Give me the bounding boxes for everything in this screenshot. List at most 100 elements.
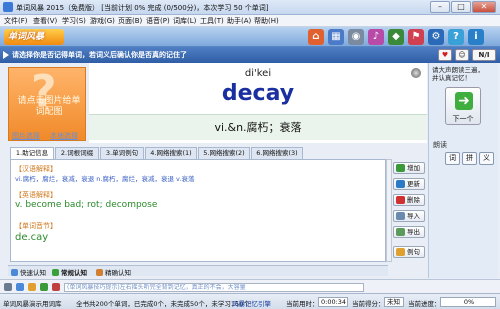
arrow-right-icon: ➜ <box>455 92 473 110</box>
info-icon[interactable]: i <box>468 29 484 45</box>
delete-label: 删除 <box>407 196 420 204</box>
update-button[interactable]: 更新 <box>393 178 425 190</box>
delete-icon <box>396 196 405 204</box>
export-label: 导出 <box>407 228 420 236</box>
cn-body: vi.腐朽，腐烂，衰减，衰退 n.腐朽，腐烂，衰减，衰退 v.衰落 <box>15 175 195 183</box>
image-select-link[interactable]: 图片选择 <box>12 131 40 141</box>
memo-content: 【汉语解释】 vi.腐朽，腐烂，衰减，衰退 n.腐朽，腐烂，衰减，衰退 v.衰落… <box>10 159 386 262</box>
grid-icon[interactable]: ▦ <box>328 29 344 45</box>
mode-precise-label: 精确认知 <box>105 269 131 277</box>
read-spell-button[interactable]: 拼 <box>462 152 477 165</box>
read-tip: 请大声朗读三遍，并认真记忆！ <box>432 66 484 82</box>
word-image-placeholder[interactable]: ? 请点击图片给单词配图 <box>8 66 86 141</box>
mode-normal[interactable]: 常规认知 <box>52 267 87 277</box>
title-bar: 单词风暴 2015（免费版） [当前计划 0% 完成 (0/500分)，本次学习… <box>0 0 500 15</box>
mode-fast-label: 快速认知 <box>20 269 46 277</box>
tab-web-search-3[interactable]: 6.网络搜索(3) <box>251 147 303 159</box>
delete-button[interactable]: 删除 <box>393 194 425 206</box>
tab-web-search-1[interactable]: 4.网络搜索(1) <box>145 147 197 159</box>
precise-mode-icon <box>96 269 103 276</box>
image-placeholder-text: 请点击图片给单词配图 <box>17 96 81 117</box>
add-icon <box>396 164 405 172</box>
close-button[interactable]: ✕ <box>472 1 496 13</box>
tab-examples[interactable]: 3.单词例句 <box>100 147 144 159</box>
tab-roots[interactable]: 2.词根词缀 <box>55 147 99 159</box>
definition: vi.&n.腐朽；衰落 <box>89 114 427 140</box>
menu-assistant[interactable]: 助手(A) <box>227 16 251 26</box>
next-label: 下一个 <box>452 115 474 123</box>
minimize-button[interactable]: – <box>430 1 450 13</box>
menu-bar: 文件(F) 查看(V) 学习(S) 游戏(G) 页面(B) 语音(P) 词库(L… <box>0 15 500 27</box>
menu-voice[interactable]: 语音(P) <box>146 16 170 26</box>
export-icon <box>396 228 405 236</box>
bulb-icon[interactable] <box>28 283 36 291</box>
time-label: 当前用时： <box>286 300 319 308</box>
hint-bar: 请选择你是否记得单词，若词义后确认你是否真的记住了 ♥ ☺ N/I <box>0 47 500 63</box>
progress-value: 0% <box>440 297 496 307</box>
hint-text: 请选择你是否记得单词，若词义后确认你是否真的记住了 <box>12 51 187 59</box>
favorite-icon[interactable]: ♥ <box>438 49 452 61</box>
word-panel: di'kei decay vi.&n.腐朽；衰落 <box>89 63 427 143</box>
home-icon[interactable]: ⌂ <box>308 29 324 45</box>
next-button[interactable]: ➜ 下一个 <box>445 87 481 125</box>
menu-page[interactable]: 页面(B) <box>118 16 142 26</box>
list-icon[interactable] <box>4 283 12 291</box>
import-button[interactable]: 导入 <box>393 210 425 222</box>
mode-normal-label: 常规认知 <box>61 269 87 277</box>
tip-text: (单词风暴技巧提示)左右摇头听完全背到记忆，真正的不会，大容量 <box>64 283 364 292</box>
normal-mode-icon <box>52 269 59 276</box>
status-engine: 风暴记忆引擎 <box>232 300 271 308</box>
menu-study[interactable]: 学习(S) <box>62 16 86 26</box>
scrollbar[interactable] <box>386 159 392 262</box>
read-label: 朗读 <box>433 141 447 149</box>
user-icon[interactable]: ☺ <box>455 49 469 61</box>
read-meaning-button[interactable]: 义 <box>479 152 494 165</box>
local-select-link[interactable]: 本地选择 <box>50 131 78 141</box>
settings-icon[interactable]: ⚙ <box>428 29 444 45</box>
menu-tools[interactable]: 工具(T) <box>200 16 224 26</box>
syllable-heading: 【单词音节】 <box>15 222 57 230</box>
syllable-body: de.cay <box>15 232 49 243</box>
tab-web-search-2[interactable]: 5.网络搜索(2) <box>198 147 250 159</box>
toolbar: 单词风暴 ⌂ ▦ ◉ ♪ ◆ ⚑ ⚙ ? i <box>0 27 500 47</box>
app-logo: 单词风暴 <box>4 29 64 45</box>
disc-icon[interactable]: ◉ <box>348 29 364 45</box>
window-title: 单词风暴 2015（免费版） [当前计划 0% 完成 (0/500分)，本次学习… <box>16 4 269 12</box>
status-bar: 单词风暴演示用词库 全书共200个单词，已完成0个，未完成50个，未学习150个… <box>0 293 500 309</box>
flag-icon[interactable]: ⚑ <box>408 29 424 45</box>
example-button[interactable]: 例句 <box>393 246 425 258</box>
menu-game[interactable]: 游戏(G) <box>90 16 115 26</box>
headword: decay <box>221 81 295 106</box>
maximize-button[interactable]: □ <box>451 1 471 13</box>
en-heading: 【英语解释】 <box>15 191 57 199</box>
mode-tabs: 快速认知 常规认知 精确认知 <box>8 265 388 277</box>
import-label: 导入 <box>407 212 420 220</box>
read-word-button[interactable]: 词 <box>445 152 460 165</box>
mode-precise[interactable]: 精确认知 <box>96 267 131 277</box>
progress-label: 当前进度： <box>408 300 441 308</box>
speaker-icon[interactable] <box>411 68 421 78</box>
menu-help[interactable]: 帮助(H) <box>254 16 279 26</box>
play-icon <box>3 51 9 59</box>
help-icon[interactable]: ? <box>448 29 464 45</box>
score-label: 当前得分： <box>352 300 385 308</box>
mode-fast[interactable]: 快速认知 <box>11 267 46 277</box>
menu-view[interactable]: 查看(V) <box>33 16 57 26</box>
tip-bar: (单词风暴技巧提示)左右摇头听完全背到记忆，真正的不会，大容量 <box>0 279 500 293</box>
shield-icon[interactable]: ◆ <box>388 29 404 45</box>
en-body: v. become bad; rot; decompose <box>15 200 158 210</box>
add-button[interactable]: 增加 <box>393 162 425 174</box>
info-tabs: 1.助记信息 2.词根词缀 3.单词例句 4.网络搜索(1) 5.网络搜索(2)… <box>10 147 392 160</box>
time-value: 0:00:34 <box>318 297 348 307</box>
menu-file[interactable]: 文件(F) <box>4 16 28 26</box>
book-icon[interactable] <box>40 283 48 291</box>
export-button[interactable]: 导出 <box>393 226 425 238</box>
menu-library[interactable]: 词库(L) <box>173 16 196 26</box>
music-icon[interactable]: ♪ <box>368 29 384 45</box>
mark-icon[interactable] <box>52 283 60 291</box>
ni-button[interactable]: N/I <box>472 49 496 61</box>
add-label: 增加 <box>407 164 420 172</box>
phonetic: di'kei <box>244 68 272 79</box>
search-icon[interactable] <box>16 283 24 291</box>
right-panel: 请大声朗读三遍，并认真记忆！ ➜ 下一个 朗读 词 拼 义 <box>428 63 498 278</box>
